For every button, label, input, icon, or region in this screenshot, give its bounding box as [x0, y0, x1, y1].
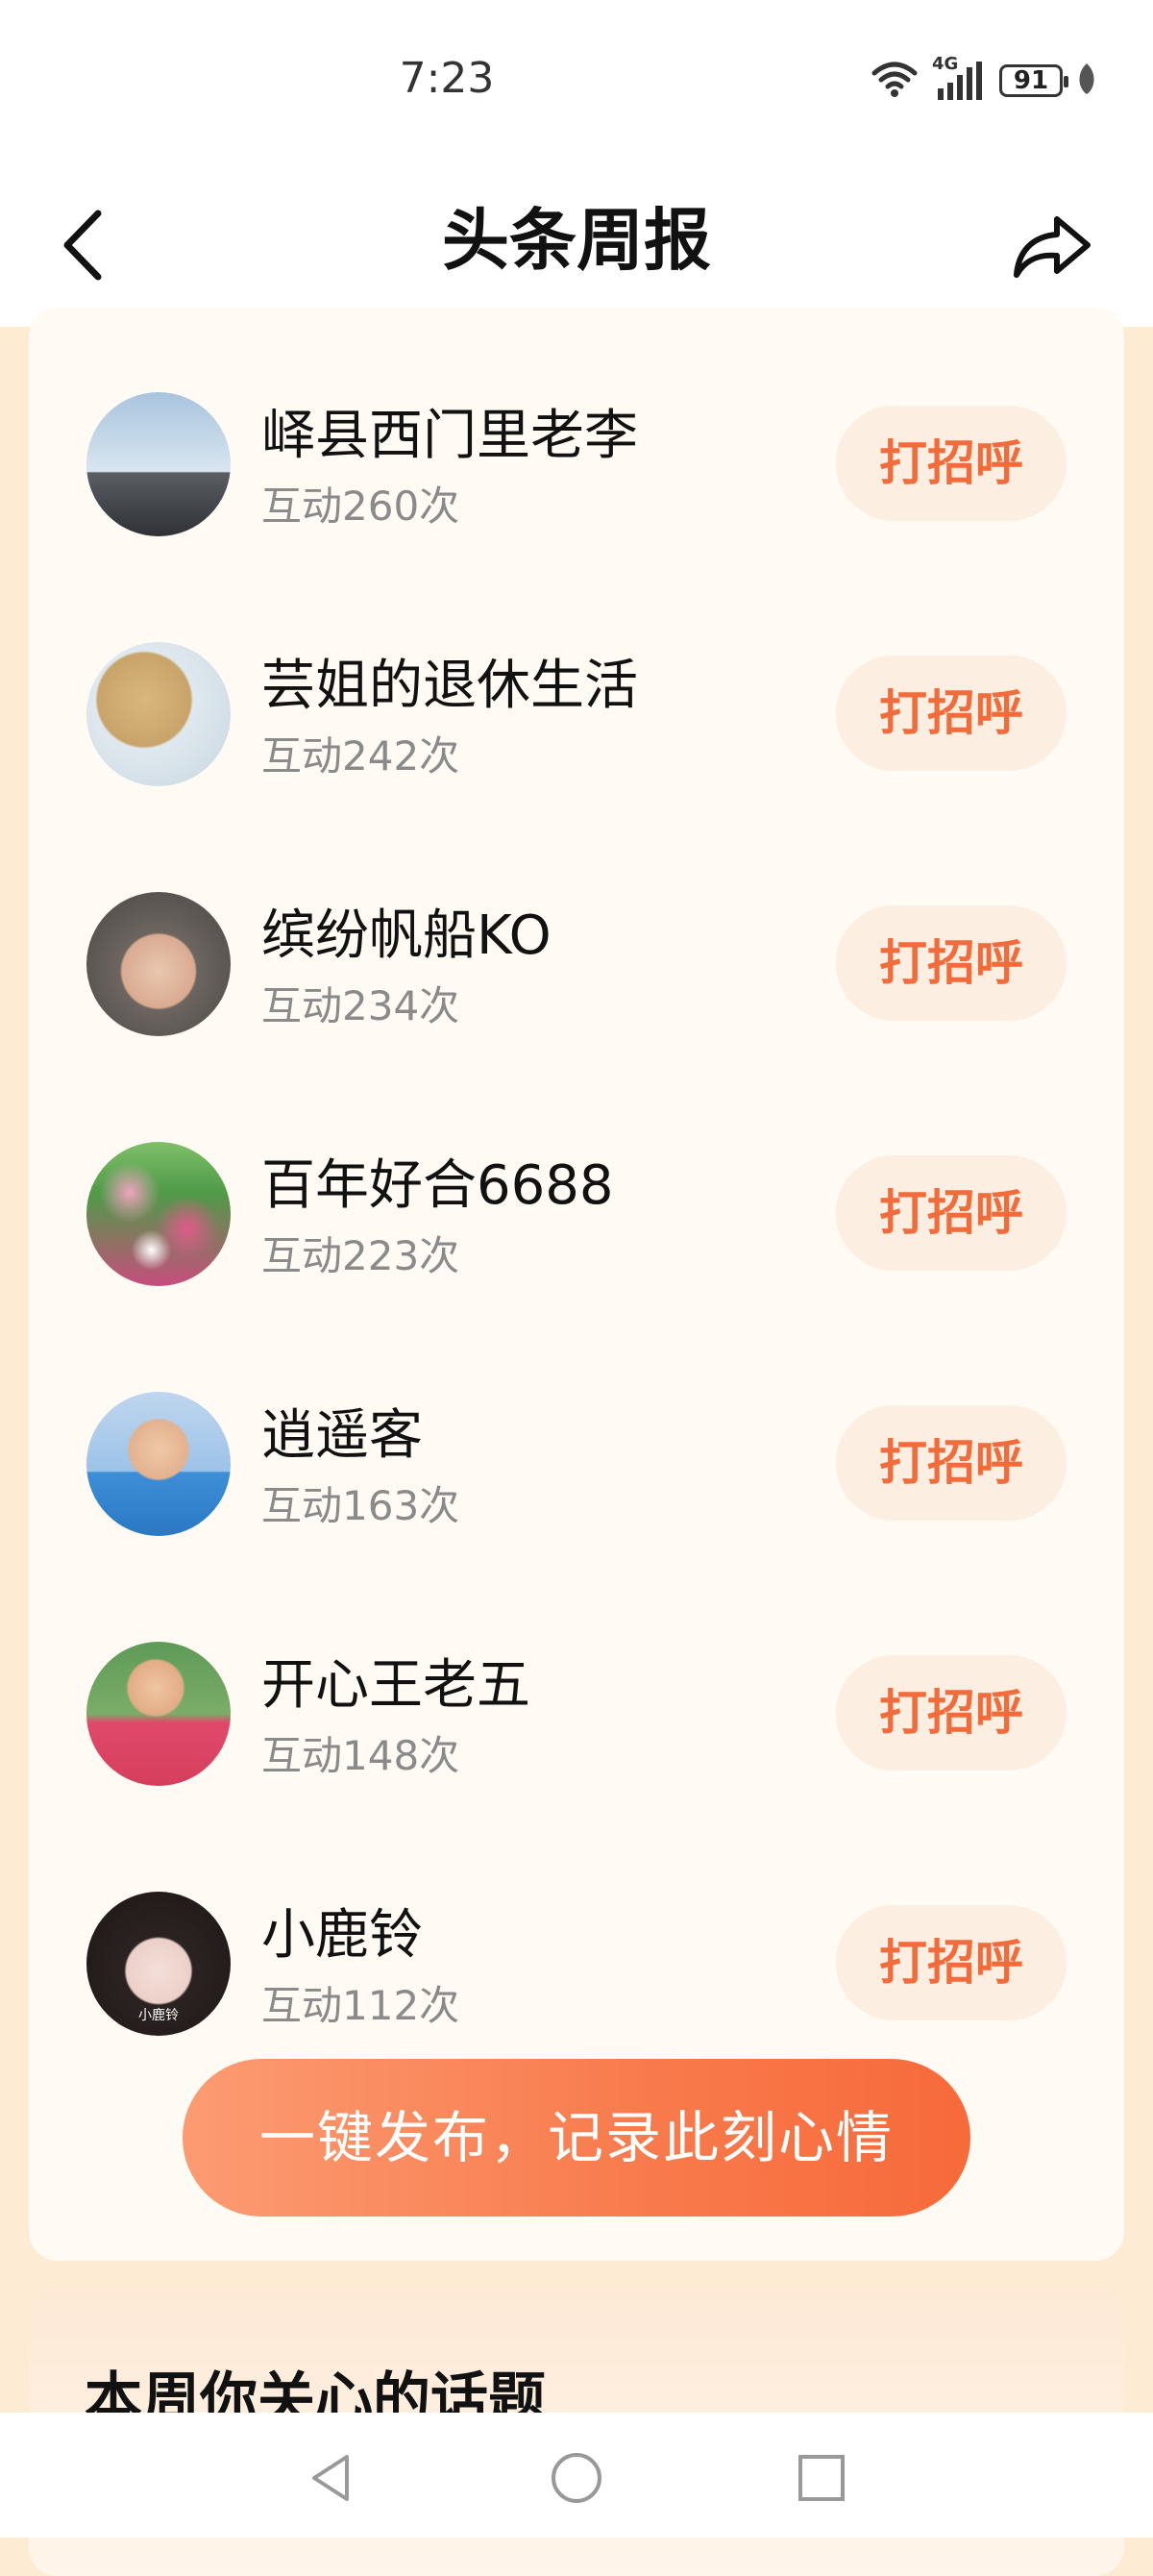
greet-button[interactable]: 打招呼 — [836, 1655, 1067, 1771]
contact-name[interactable]: 开心王老五 — [261, 1642, 530, 1720]
list-item: 小鹿铃 小鹿铃 互动112次 打招呼 — [29, 1872, 1124, 2065]
greet-button[interactable]: 打招呼 — [836, 1405, 1067, 1521]
avatar[interactable] — [86, 392, 231, 536]
greet-button[interactable]: 打招呼 — [836, 1155, 1067, 1271]
contact-name[interactable]: 芸姐的退休生活 — [261, 642, 638, 720]
page-title: 头条周报 — [442, 201, 711, 280]
list-item: 百年好合6688 互动223次 打招呼 — [29, 1123, 1124, 1315]
interaction-count: 互动148次 — [261, 1732, 460, 1779]
contact-name[interactable]: 缤纷帆船KO — [261, 892, 552, 970]
list-item: 逍遥客 互动163次 打招呼 — [29, 1373, 1124, 1565]
leaf-icon — [1076, 62, 1097, 100]
share-icon — [1014, 216, 1091, 278]
back-triangle-icon[interactable] — [303, 2449, 360, 2507]
interaction-count: 互动260次 — [261, 483, 460, 530]
avatar-caption: 小鹿铃 — [138, 2008, 179, 2023]
battery-level: 91 — [1013, 66, 1049, 95]
list-item: 峄县西门里老李 互动260次 打招呼 — [29, 373, 1124, 565]
list-item: 缤纷帆船KO 互动234次 打招呼 — [29, 873, 1124, 1065]
avatar[interactable] — [86, 1142, 231, 1286]
list-item: 芸姐的退休生活 互动242次 打招呼 — [29, 623, 1124, 815]
contact-name[interactable]: 逍遥客 — [261, 1392, 423, 1470]
home-circle-icon[interactable] — [548, 2449, 605, 2507]
avatar[interactable] — [86, 642, 231, 786]
avatar[interactable] — [86, 1642, 231, 1786]
contact-name[interactable]: 百年好合6688 — [261, 1142, 614, 1220]
status-icons: 4G 91 — [871, 54, 1097, 102]
contact-name[interactable]: 峄县西门里老李 — [261, 392, 638, 470]
header: 头条周报 — [0, 163, 1153, 327]
share-button[interactable] — [1009, 202, 1095, 288]
interaction-count: 互动242次 — [261, 732, 460, 780]
battery-icon: 91 — [999, 64, 1068, 97]
interaction-count: 互动112次 — [261, 1982, 460, 2029]
status-time: 7:23 — [399, 54, 495, 103]
greet-button[interactable]: 打招呼 — [836, 656, 1067, 771]
avatar[interactable] — [86, 1392, 231, 1536]
publish-button[interactable]: 一键发布，记录此刻心情 — [183, 2059, 970, 2217]
interaction-ranking-card: 峄县西门里老李 互动260次 打招呼 芸姐的退休生活 互动242次 打招呼 缤纷… — [29, 308, 1124, 2261]
contact-name[interactable]: 小鹿铃 — [261, 1892, 423, 1969]
interaction-count: 互动223次 — [261, 1232, 460, 1279]
interaction-count: 互动163次 — [261, 1482, 460, 1529]
list-item: 开心王老五 互动148次 打招呼 — [29, 1622, 1124, 1815]
recents-square-icon[interactable] — [793, 2449, 850, 2507]
interaction-count: 互动234次 — [261, 982, 460, 1029]
system-nav-bar — [0, 2413, 1153, 2538]
avatar[interactable] — [86, 892, 231, 1036]
status-bar: 7:23 4G 91 — [0, 0, 1153, 163]
greet-button[interactable]: 打招呼 — [836, 905, 1067, 1021]
wifi-icon — [871, 60, 919, 102]
greet-button[interactable]: 打招呼 — [836, 406, 1067, 521]
signal-icon: 4G — [932, 54, 986, 102]
greet-button[interactable]: 打招呼 — [836, 1905, 1067, 2020]
avatar[interactable]: 小鹿铃 — [86, 1892, 231, 2036]
